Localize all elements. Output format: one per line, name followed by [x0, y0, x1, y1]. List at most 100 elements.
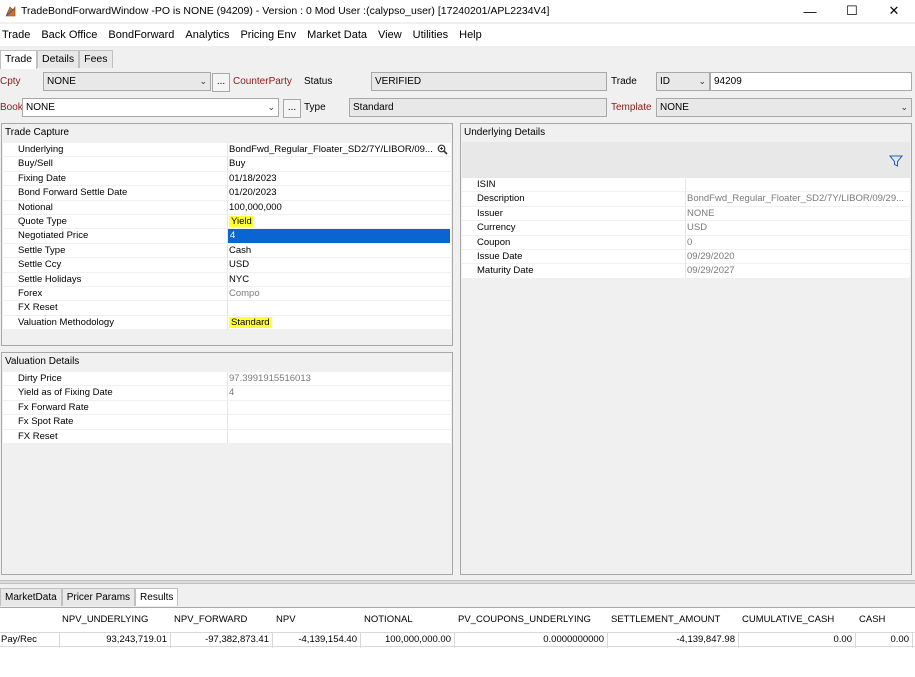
tab-marketdata[interactable]: MarketData — [0, 588, 62, 606]
field-value: Standard — [229, 316, 447, 330]
grid-row-valuation-methodology[interactable]: Valuation Methodology Standard — [3, 315, 451, 331]
tab-pricer-params[interactable]: Pricer Params — [61, 588, 136, 606]
table-row[interactable]: Pay/Rec 93,243,719.01 -97,382,873.41 -4,… — [0, 632, 915, 648]
grid-row-maturity-date[interactable]: Maturity Date 09/29/2027 — [462, 264, 910, 279]
field-value: Compo — [229, 288, 260, 299]
grid-row-fixing-date[interactable]: Fixing Date 01/18/2023 — [3, 171, 451, 187]
col-cumulative-cash[interactable]: CUMULATIVE_CASH — [742, 614, 834, 625]
splitter[interactable] — [0, 580, 915, 584]
field-label: Underlying — [18, 144, 64, 155]
field-value: 09/29/2027 — [687, 265, 735, 277]
close-button[interactable]: ✕ — [873, 0, 915, 22]
menu-help[interactable]: Help — [459, 29, 482, 41]
menu-trade[interactable]: Trade — [2, 29, 30, 41]
column-separator — [227, 171, 228, 186]
menu-bondforward[interactable]: BondForward — [108, 29, 174, 41]
field-label: Forex — [18, 288, 43, 299]
tab-results[interactable]: Results — [135, 588, 179, 606]
column-separator — [227, 287, 228, 301]
grid-row-currency[interactable]: Currency USD — [462, 221, 910, 236]
trade-label: Trade — [611, 76, 637, 87]
minimize-button[interactable]: — — [789, 0, 831, 22]
field-label: Dirty Price — [18, 373, 62, 384]
grid-row-issuer[interactable]: Issuer NONE — [462, 206, 910, 222]
field-value: Buy — [229, 158, 246, 170]
column-separator — [227, 143, 228, 157]
column-separator — [227, 315, 228, 330]
template-value: NONE — [660, 102, 689, 113]
field-value-selected[interactable]: 4 — [228, 229, 450, 244]
grid-row-issue-date[interactable]: Issue Date 09/29/2020 — [462, 250, 910, 265]
trade-id-type-combo[interactable]: ID ⌄ — [656, 72, 710, 91]
zoom-icon[interactable] — [437, 144, 448, 155]
chevron-down-icon: ⌄ — [698, 76, 706, 86]
grid-row-fx-spot-rate[interactable]: Fx Spot Rate — [3, 415, 451, 430]
cell-cash: 0.00 — [856, 633, 913, 648]
header-row-book: Book NONE ⌄ ... Type Standard Template N… — [0, 98, 915, 120]
menu-back-office[interactable]: Back Office — [41, 29, 97, 41]
grid-row-quote-type[interactable]: Quote Type Yield — [3, 215, 451, 230]
field-label: Fx Forward Rate — [18, 401, 89, 413]
col-npv-underlying[interactable]: NPV_UNDERLYING — [62, 614, 148, 625]
field-label: Description — [477, 193, 525, 205]
field-label: Bond Forward Settle Date — [18, 187, 128, 199]
cpty-combo[interactable]: NONE ⌄ — [43, 72, 211, 91]
grid-row-underlying[interactable]: Underlying BondFwd_Regular_Floater_SD2/7Y… — [3, 143, 451, 158]
col-notional[interactable]: NOTIONAL — [364, 614, 413, 625]
filter-icon[interactable] — [889, 154, 903, 168]
col-npv[interactable]: NPV — [276, 614, 296, 625]
tab-fees[interactable]: Fees — [79, 50, 113, 68]
grid-row-fx-reset[interactable]: FX Reset — [3, 301, 451, 316]
col-settlement-amount[interactable]: SETTLEMENT_AMOUNT — [611, 614, 720, 625]
field-value: 4 — [229, 387, 235, 399]
template-combo[interactable]: NONE ⌄ — [656, 98, 912, 117]
grid-row-fx-reset[interactable]: FX Reset — [3, 429, 451, 444]
grid-row-notional[interactable]: Notional 100,000,000 — [3, 200, 451, 215]
col-npv-forward[interactable]: NPV_FORWARD — [174, 614, 247, 625]
field-value: NONE — [687, 207, 715, 219]
trade-id-input[interactable]: 94209 — [710, 72, 912, 91]
book-browse-button[interactable]: ... — [283, 99, 301, 118]
menu-view[interactable]: View — [378, 29, 402, 41]
menu-bar: Trade Back Office BondForward Analytics … — [0, 24, 915, 46]
menu-market-data[interactable]: Market Data — [307, 29, 367, 41]
grid-row-yield-as-of-fixing-date[interactable]: Yield as of Fixing Date 4 — [3, 386, 451, 401]
grid-row-buy-sell[interactable]: Buy/Sell Buy — [3, 157, 451, 172]
field-label: Settle Type — [18, 244, 66, 256]
grid-row-description[interactable]: Description BondFwd_Regular_Floater_SD2/7… — [462, 192, 910, 207]
grid-row-forex[interactable]: Forex Compo — [3, 287, 451, 302]
column-separator — [227, 157, 228, 172]
status-label: Status — [304, 76, 333, 87]
maximize-button[interactable]: ☐ — [831, 0, 873, 22]
column-separator — [685, 178, 686, 192]
field-label: FX Reset — [18, 430, 58, 442]
grid-row-coupon[interactable]: Coupon 0 — [462, 235, 910, 250]
grid-row-isin[interactable]: ISIN — [462, 178, 910, 193]
chevron-down-icon: ⌄ — [199, 76, 207, 86]
column-separator — [227, 301, 228, 316]
col-pv-coupons-underlying[interactable]: PV_COUPONS_UNDERLYING — [458, 614, 591, 625]
grid-row-fx-forward-rate[interactable]: Fx Forward Rate — [3, 400, 451, 416]
tab-details[interactable]: Details — [37, 50, 80, 68]
menu-utilities[interactable]: Utilities — [413, 29, 448, 41]
column-separator — [227, 200, 228, 215]
grid-row-dirty-price[interactable]: Dirty Price 97.3991915516013 — [3, 372, 451, 387]
field-label: Negotiated Price — [18, 230, 89, 242]
grid-row-bond-forward-settle-date[interactable]: Bond Forward Settle Date 01/20/2023 — [3, 186, 451, 201]
grid-row-settle-ccy[interactable]: Settle Ccy USD — [3, 258, 451, 273]
window-title: TradeBondForwardWindow -PO is NONE (9420… — [21, 5, 550, 17]
field-value: NYC — [229, 273, 250, 285]
menu-analytics[interactable]: Analytics — [185, 29, 229, 41]
grid-row-settle-type[interactable]: Settle Type Cash — [3, 243, 451, 259]
book-combo[interactable]: NONE ⌄ — [22, 98, 279, 117]
tab-trade[interactable]: Trade — [0, 50, 38, 69]
column-separator — [685, 250, 686, 264]
col-cash[interactable]: CASH — [859, 614, 885, 625]
grid-row-negotiated-price[interactable]: Negotiated Price 4 — [3, 229, 451, 244]
cell-npv-forward: -97,382,873.41 — [171, 633, 273, 648]
row-label: Pay/Rec — [0, 633, 60, 648]
highlighted-value: Standard — [229, 316, 272, 328]
cpty-browse-button[interactable]: ... — [212, 73, 230, 92]
grid-row-settle-holidays[interactable]: Settle Holidays NYC — [3, 272, 451, 287]
menu-pricing-env[interactable]: Pricing Env — [240, 29, 296, 41]
